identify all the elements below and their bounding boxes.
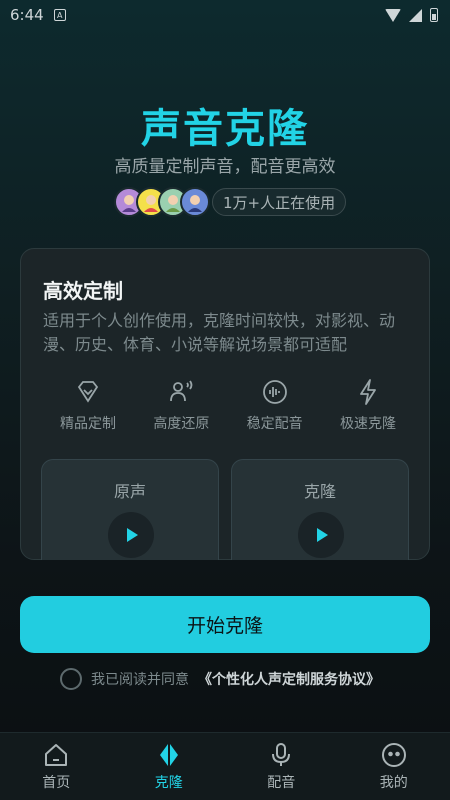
feature-item: 极速克隆 [323, 377, 413, 433]
profile-icon [381, 743, 406, 767]
signal-icon [409, 8, 422, 22]
card-description: 适用于个人创作使用，克隆时间较快，对影视、动漫、历史、体育、小说等解说场景都可适… [43, 311, 396, 354]
original-sample-label: 原声 [113, 482, 146, 501]
users-count-badge: 1万+人正在使用 [212, 188, 347, 216]
lightning-icon [360, 379, 376, 405]
status-icons [385, 8, 438, 22]
nav-home[interactable]: 首页 [0, 733, 113, 800]
avatar [180, 187, 210, 217]
agreement-row: 我已阅读并同意 《个性化人声定制服务协议》 [60, 668, 380, 690]
feature-item: 精品定制 [43, 377, 133, 433]
feature-label: 精品定制 [60, 416, 116, 432]
agreement-text: 我已阅读并同意 [91, 672, 189, 688]
voice-user-icon [170, 380, 193, 402]
diamond-icon [77, 381, 99, 403]
status-bar: 6:44 A [0, 0, 450, 30]
page-subtitle: 高质量定制声音，配音更高效 [114, 157, 336, 177]
battery-icon [430, 8, 438, 22]
feature-label: 极速克隆 [339, 416, 396, 432]
agreement-checkbox[interactable] [60, 668, 82, 690]
cloned-sample-label: 克隆 [303, 482, 336, 501]
status-time: 6:44 [10, 6, 44, 24]
wifi-icon [385, 8, 401, 22]
agreement-link[interactable]: 《个性化人声定制服务协议》 [198, 669, 380, 689]
nav-clone-label: 克隆 [154, 775, 183, 791]
waveform-icon [262, 380, 287, 404]
home-icon [45, 744, 68, 766]
nav-dubbing[interactable]: 配音 [225, 733, 338, 800]
nav-home-label: 首页 [42, 775, 71, 791]
card-title: 高效定制 [43, 279, 123, 303]
feature-card: 高效定制 适用于个人创作使用，克隆时间较快，对影视、动漫、历史、体育、小说等解说… [20, 248, 430, 560]
start-clone-button[interactable]: 开始克隆 [20, 596, 430, 653]
bottom-nav: 首页 克隆 配音 我的 [0, 732, 450, 800]
original-sample-card: 原声 [41, 459, 219, 560]
nav-profile[interactable]: 我的 [338, 733, 450, 800]
feature-label: 高度还原 [153, 416, 210, 432]
feature-item: 稳定配音 [230, 377, 320, 433]
clone-icon [159, 744, 178, 766]
microphone-icon [272, 743, 291, 766]
feature-list: 精品定制 高度还原 稳定配音 极速克隆 [43, 377, 413, 433]
feature-item: 高度还原 [136, 377, 226, 433]
app-notification-icon: A [53, 9, 66, 21]
nav-clone[interactable]: 克隆 [113, 733, 226, 800]
feature-label: 稳定配音 [246, 416, 303, 432]
play-original-button[interactable] [108, 512, 154, 558]
page-title: 声音克隆 [141, 106, 309, 152]
nav-profile-label: 我的 [379, 775, 408, 791]
users-row: 1万+人正在使用 [114, 186, 347, 218]
play-cloned-button[interactable] [298, 512, 344, 558]
nav-dubbing-label: 配音 [267, 775, 296, 791]
cloned-sample-card: 克隆 [231, 459, 409, 560]
